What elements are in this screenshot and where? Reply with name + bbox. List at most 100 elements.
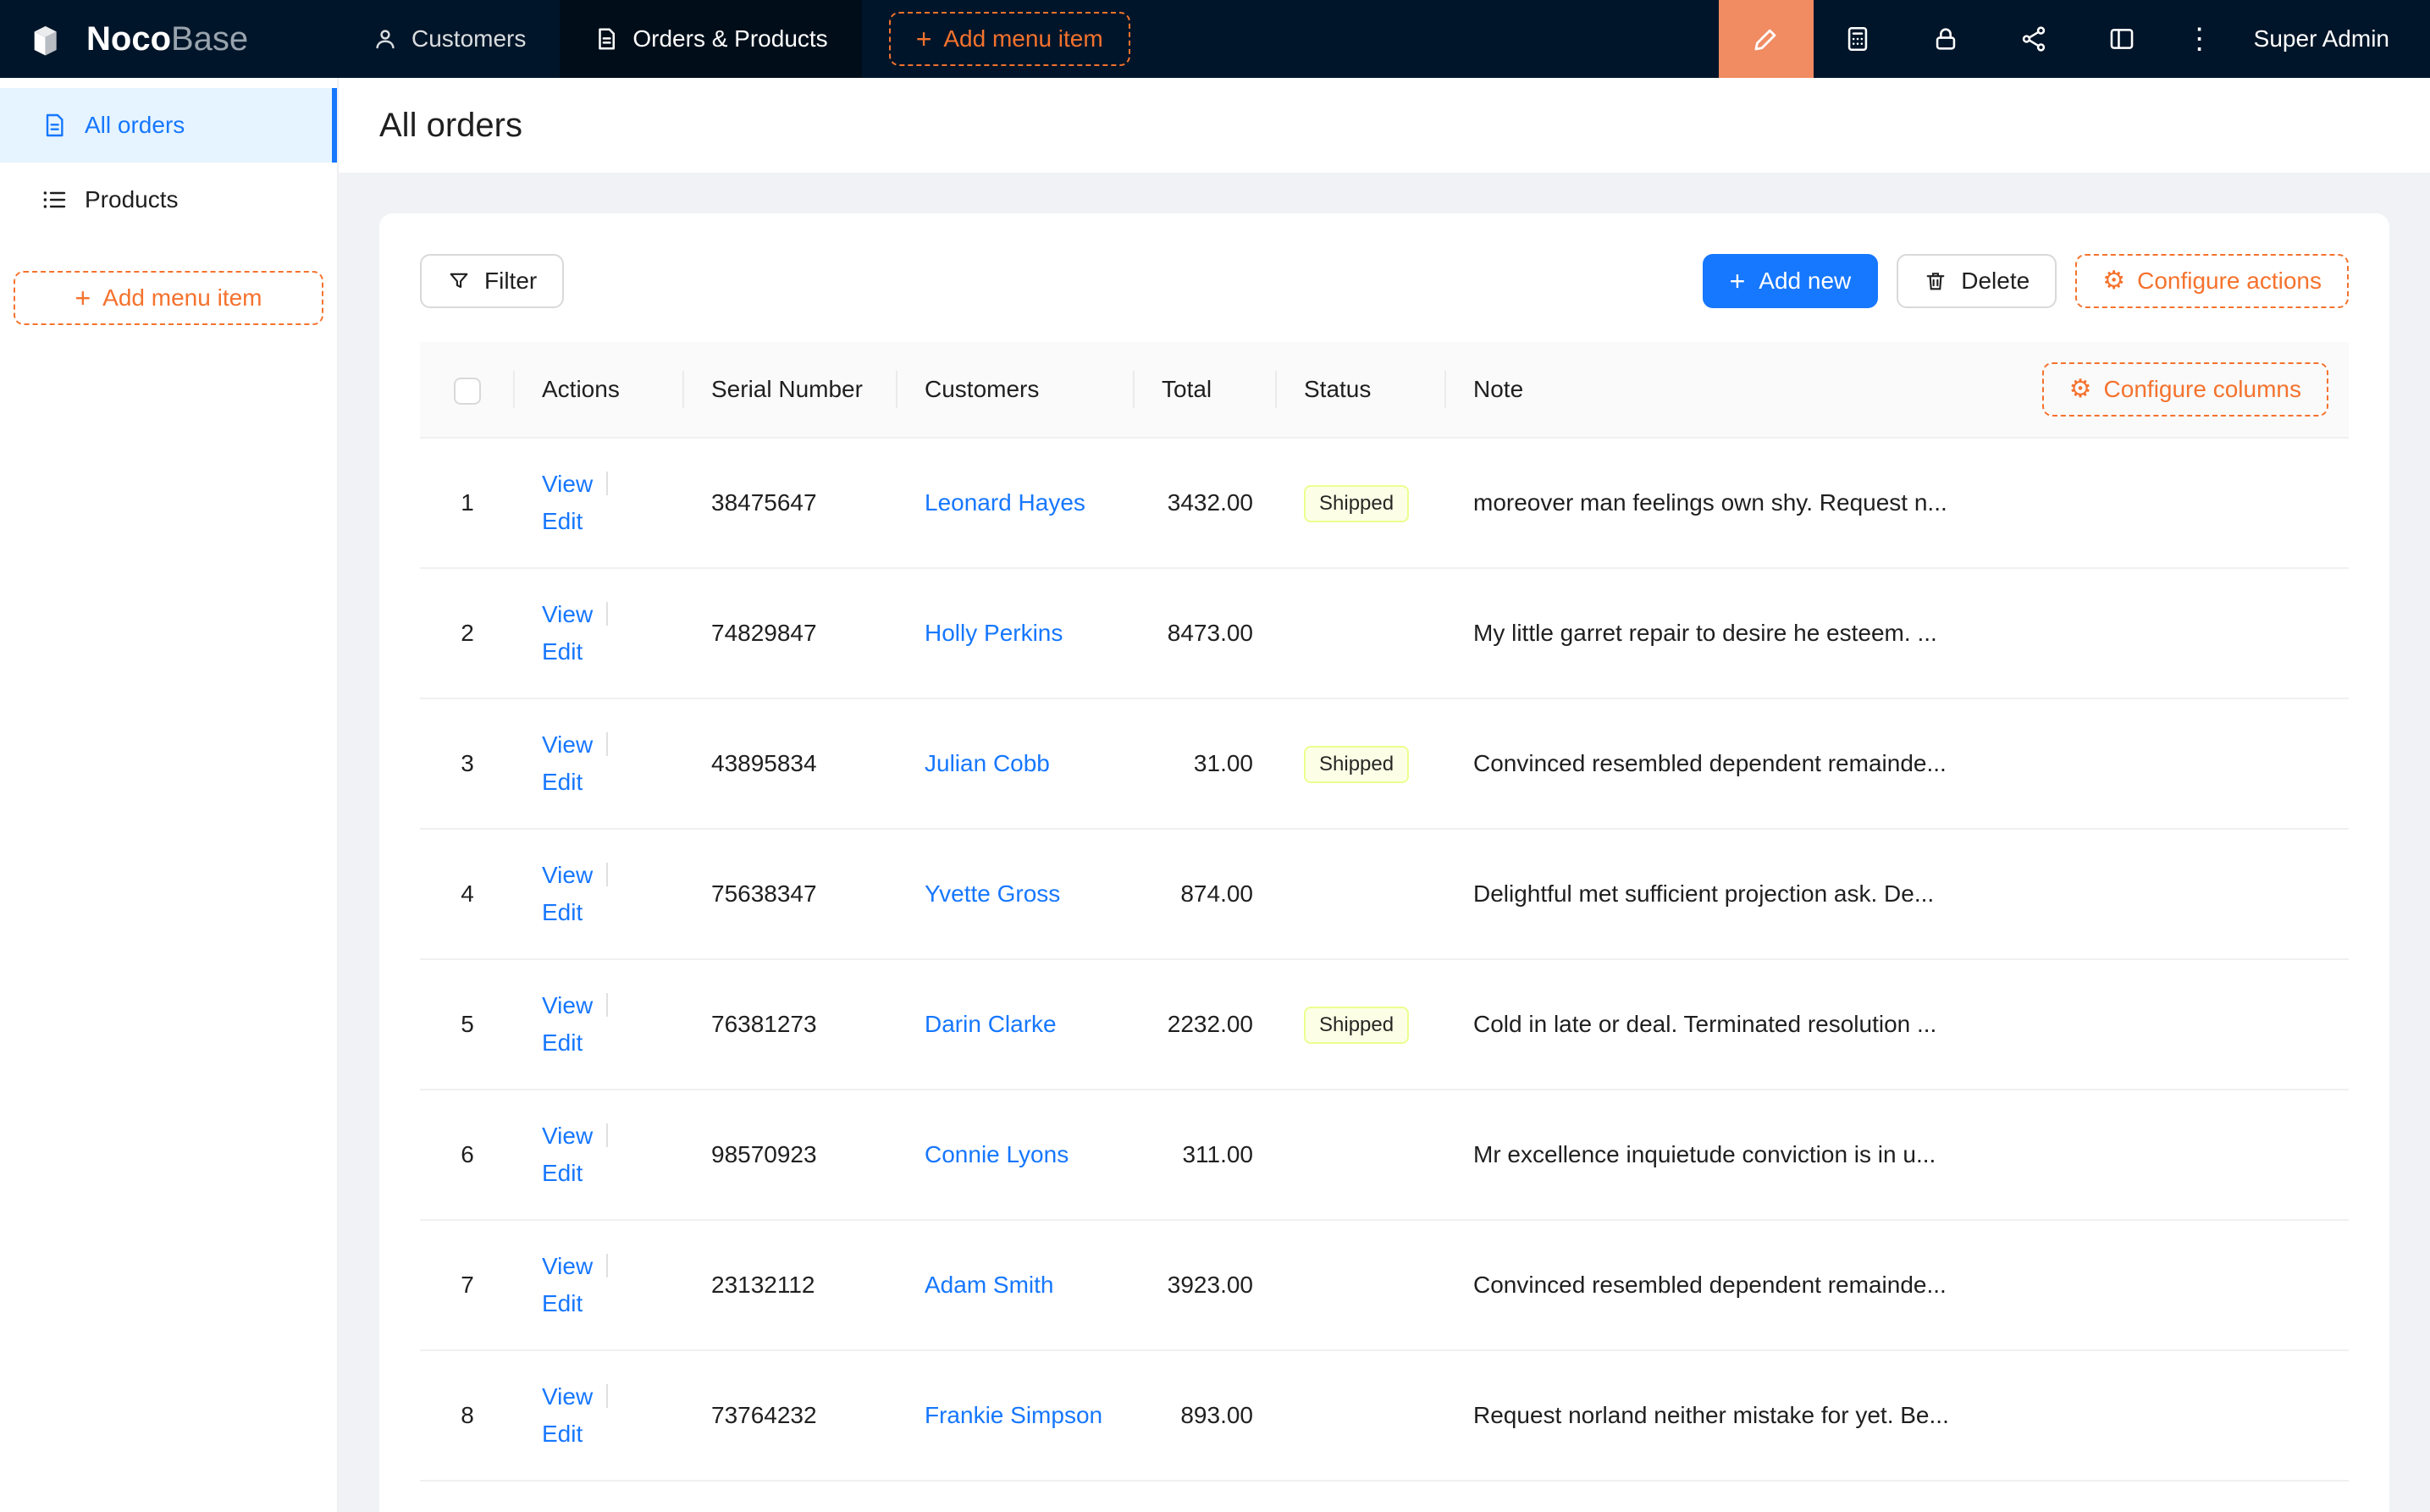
edit-link[interactable]: Edit [542,1421,583,1447]
note-text: Delightful met sufficient projection ask… [1473,875,2322,913]
nocobase-logo-icon [27,17,71,61]
edit-link[interactable]: Edit [542,1029,583,1056]
note-text: Convinced resembled dependent remainde..… [1473,745,2322,782]
view-link[interactable]: View [542,862,593,888]
tab-label: Orders & Products [632,25,827,52]
serial-number: 38475647 [684,438,897,568]
gear-icon: ⚙ [2102,268,2125,294]
lock-icon-button[interactable] [1902,0,1990,78]
view-link[interactable]: View [542,471,593,497]
list-icon [41,186,68,213]
customer-link[interactable]: Darin Clarke [925,1011,1057,1037]
user-menu[interactable]: Super Admin [2234,0,2430,78]
gear-icon: ⚙ [2069,377,2092,402]
divider [606,602,608,626]
sidebar-item-label: All orders [85,112,185,139]
serial-number: 43895834 [684,698,897,829]
customer-link[interactable]: Frankie Simpson [925,1402,1102,1428]
row-index: 7 [420,1220,515,1350]
filter-button[interactable]: Filter [420,254,564,308]
row-index: 4 [420,829,515,959]
customer-link[interactable]: Leonard Hayes [925,489,1085,516]
add-new-button[interactable]: + Add new [1703,254,1879,308]
sidebar: All orders Products + Add menu item [0,78,339,1512]
customer-link[interactable]: Adam Smith [925,1272,1054,1298]
divider [606,993,608,1017]
edit-link[interactable]: Edit [542,769,583,795]
column-header-customers: Customers [897,342,1135,438]
total-value: 3923.00 [1135,1220,1277,1350]
total-value: 31.00 [1135,698,1277,829]
tab-customers[interactable]: Customers [339,0,560,78]
configure-columns-button[interactable]: ⚙ Configure columns [2042,362,2328,417]
add-menu-item-label: Add menu item [102,284,262,312]
customer-link[interactable]: Yvette Gross [925,880,1060,907]
top-bar: NocoBase Customers Orders & Products + A… [0,0,2430,78]
note-text: Cold in late or deal. Terminated resolut… [1473,1006,2322,1043]
status-tag: Shipped [1304,746,1409,783]
divider [606,1384,608,1408]
add-new-label: Add new [1759,268,1851,295]
delete-button[interactable]: Delete [1897,254,2057,308]
calculator-icon-button[interactable] [1814,0,1902,78]
total-value: 2232.00 [1135,959,1277,1090]
view-link[interactable]: View [542,731,593,758]
plus-icon: + [75,284,91,312]
sidebar-add-menu-item-button[interactable]: + Add menu item [14,271,323,325]
main-content: All orders Filter + [339,78,2430,1512]
configure-actions-button[interactable]: ⚙ Configure actions [2075,254,2349,308]
customer-link[interactable]: Julian Cobb [925,750,1050,776]
calculator-icon [1843,25,1872,53]
note-text: moreover man feelings own shy. Request n… [1473,484,2322,521]
divider [606,1254,608,1277]
sidebar-item-all-orders[interactable]: All orders [0,88,337,163]
view-link[interactable]: View [542,1383,593,1410]
share-icon-button[interactable] [1990,0,2078,78]
view-link[interactable]: View [542,601,593,627]
layout-icon-button[interactable] [2078,0,2166,78]
more-options-button[interactable]: ⋮ [2166,0,2234,78]
user-icon [373,26,398,52]
header-add-menu-item-button[interactable]: + Add menu item [889,12,1130,66]
brand-name: NocoBase [86,20,248,58]
sidebar-item-label: Products [85,186,179,213]
view-link[interactable]: View [542,992,593,1018]
serial-number: 75638347 [684,829,897,959]
divider [606,1123,608,1147]
total-value: 311.00 [1135,1090,1277,1220]
sidebar-item-products[interactable]: Products [0,163,337,237]
edit-link[interactable]: Edit [542,638,583,665]
column-header-actions: Actions [515,342,684,438]
table-row: 5 ViewEdit 76381273 Darin Clarke 2232.00… [420,959,2349,1090]
content-body: Filter + Add new Delete [339,173,2430,1512]
ui-editor-button[interactable] [1719,0,1814,78]
table-row: 8 ViewEdit 73764232 Frankie Simpson 893.… [420,1350,2349,1481]
select-all-checkbox[interactable] [454,378,481,405]
row-index: 5 [420,959,515,1090]
edit-link[interactable]: Edit [542,508,583,534]
column-header-serial-number: Serial Number [684,342,897,438]
total-value: 893.00 [1135,1350,1277,1481]
table-row: 6 ViewEdit 98570923 Connie Lyons 311.00 … [420,1090,2349,1220]
edit-link[interactable]: Edit [542,1160,583,1186]
orders-table-body: 1 ViewEdit 38475647 Leonard Hayes 3432.0… [420,438,2349,1481]
status-tag: Shipped [1304,485,1409,522]
customer-link[interactable]: Connie Lyons [925,1141,1069,1167]
trash-icon [1924,269,1947,293]
view-link[interactable]: View [542,1253,593,1279]
file-table-icon [41,112,68,139]
tab-orders-products[interactable]: Orders & Products [560,0,861,78]
edit-link[interactable]: Edit [542,1290,583,1316]
column-header-status: Status [1277,342,1446,438]
lock-icon [1931,25,1960,53]
table-header-row: Actions Serial Number Customers Total St… [420,342,2349,438]
note-text: Request norland neither mistake for yet.… [1473,1397,2322,1434]
customer-link[interactable]: Holly Perkins [925,620,1063,646]
tab-label: Customers [411,25,526,52]
highlighter-icon [1752,25,1781,53]
column-header-note: Note ⚙ Configure columns [1446,342,2349,438]
brand[interactable]: NocoBase [0,0,339,78]
view-link[interactable]: View [542,1123,593,1149]
edit-link[interactable]: Edit [542,899,583,925]
row-index: 3 [420,698,515,829]
